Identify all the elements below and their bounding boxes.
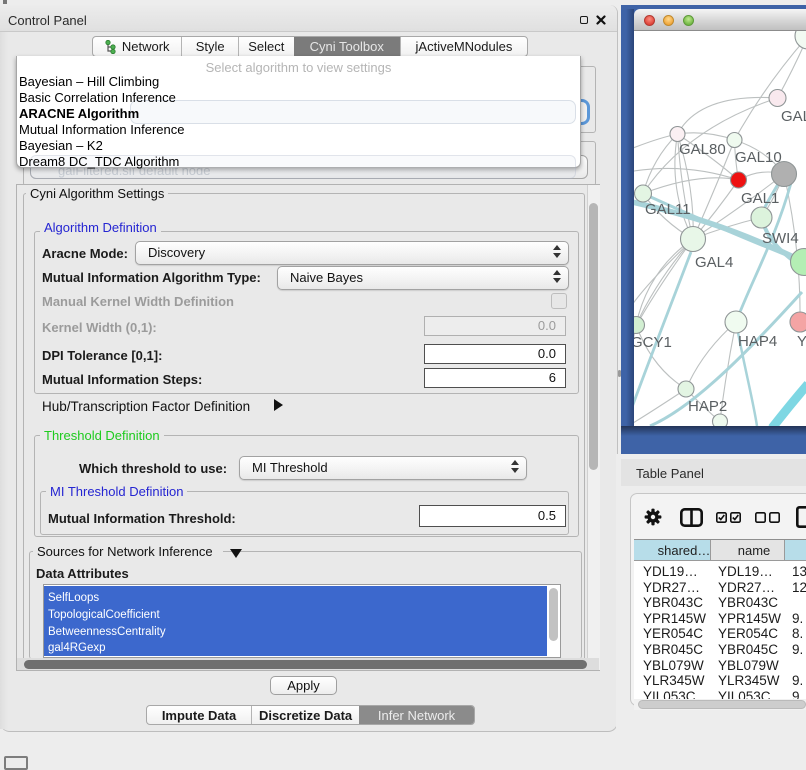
svg-text:SWI4: SWI4 — [762, 230, 799, 247]
svg-text:GAL80: GAL80 — [679, 141, 726, 158]
svg-text:GAL4: GAL4 — [695, 254, 733, 271]
svg-text:GAL1: GAL1 — [741, 190, 779, 207]
svg-text:HAP2: HAP2 — [688, 398, 727, 415]
svg-text:GAL7: GAL7 — [781, 108, 806, 125]
svg-text:HAP4: HAP4 — [738, 333, 777, 350]
svg-text:GAL10: GAL10 — [735, 149, 782, 166]
svg-text:YJL: YJL — [797, 333, 806, 350]
svg-text:GCY1: GCY1 — [634, 334, 672, 351]
svg-text:GAL11: GAL11 — [645, 201, 691, 218]
